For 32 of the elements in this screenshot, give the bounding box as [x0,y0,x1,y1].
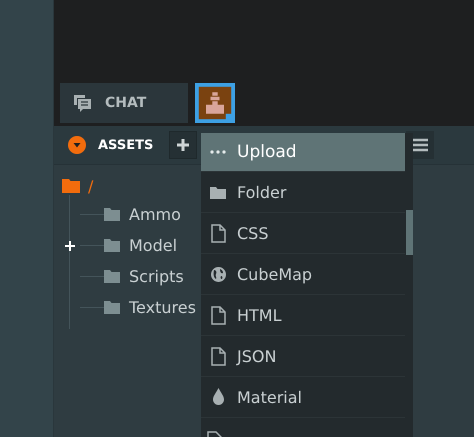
file-icon [210,346,226,366]
plus-icon [176,138,190,152]
folder-icon [104,301,120,314]
menu-item[interactable]: Folder [201,172,405,213]
folder-icon [210,186,226,198]
tree-item[interactable]: Textures [129,298,196,317]
menu-item[interactable]: CSS [201,213,405,254]
folder-icon [104,208,120,221]
scrollbar[interactable] [406,210,413,255]
tree-item[interactable]: Ammo [129,205,181,224]
chat-icon [74,94,91,112]
more-icon [210,150,226,154]
folder-icon [104,270,120,283]
expand-icon[interactable] [65,240,75,250]
menu-item[interactable]: HTML [201,295,405,336]
tree-item[interactable]: Model [129,236,178,255]
chat-tab[interactable]: CHAT [60,83,188,123]
avatar-icon[interactable] [195,83,235,123]
drop-icon [212,388,224,406]
folder-icon [104,239,120,252]
panel-title: ASSETS [98,138,154,152]
menu-icon [412,138,428,152]
file-icon [210,224,226,242]
globe-icon [210,266,226,282]
file-icon [210,306,226,324]
add-button[interactable] [169,131,198,159]
tree-item[interactable]: Scripts [129,267,184,286]
tree-item[interactable]: / [88,176,94,196]
menu-item[interactable]: Upload [201,133,405,172]
menu-item[interactable]: JSON [201,336,405,377]
collapse-icon[interactable] [68,136,86,154]
menu-item[interactable]: CubeMap [201,254,405,295]
